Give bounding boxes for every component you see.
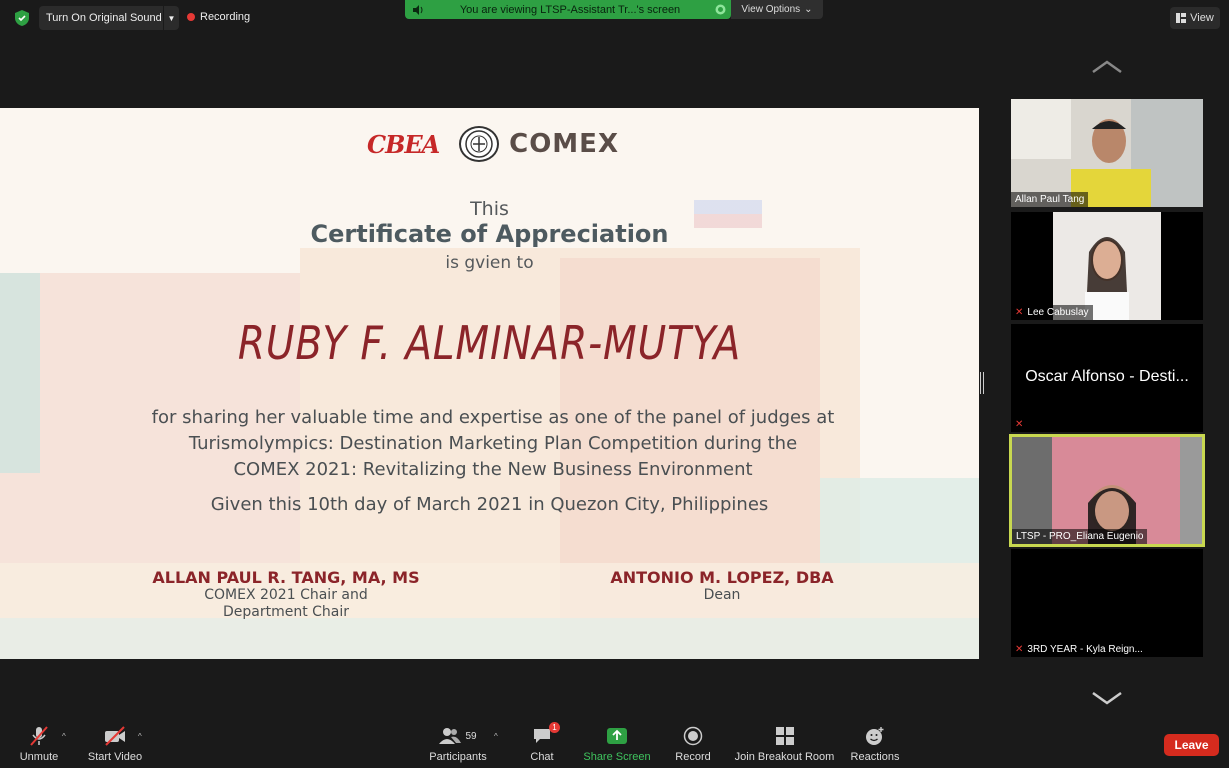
participants-label: Participants	[429, 751, 487, 763]
viewing-message: You are viewing LTSP-Assistant Tr...'s s…	[459, 3, 681, 16]
speaker-icon	[405, 4, 431, 15]
participants-icon: 59	[439, 724, 477, 748]
video-tile-eliana[interactable]: LTSP - PRO_Eliana Eugenio	[1009, 434, 1205, 547]
video-tile-oscar[interactable]: Oscar Alfonso - Desti... ✕	[1011, 324, 1203, 432]
reactions-button[interactable]: Reactions	[848, 722, 902, 768]
view-button[interactable]: View	[1170, 7, 1220, 29]
chat-unread-badge: 1	[549, 722, 560, 733]
certificate-body: for sharing her valuable time and expert…	[60, 405, 926, 483]
video-tile-lee[interactable]: ✕ Lee Cabuslay	[1011, 212, 1203, 320]
recording-label: Recording	[200, 11, 251, 23]
share-screen-label: Share Screen	[583, 751, 651, 763]
chevron-down-icon[interactable]: ▼	[163, 6, 179, 30]
chevron-down-icon: ⌄	[804, 4, 813, 15]
recording-indicator[interactable]: Recording	[187, 11, 250, 23]
certificate-date: Given this 10th day of March 2021 in Que…	[210, 494, 769, 515]
mic-muted-icon: ✕	[1015, 644, 1024, 655]
mic-muted-icon: ✕	[1015, 307, 1024, 318]
share-screen-icon	[606, 724, 628, 748]
signatory-dean: ANTONIO M. LOPEZ, DBA Dean	[560, 568, 884, 604]
status-indicator-icon	[709, 4, 731, 15]
signatory-role: Dean	[703, 587, 741, 603]
chat-label: Chat	[530, 751, 554, 763]
meeting-toolbar: Unmute ^ Start Video ^ 59 Participants ^…	[0, 722, 1229, 768]
background-building	[0, 273, 40, 473]
view-options-button[interactable]: View Options ⌄	[731, 0, 823, 19]
view-options-label: View Options	[741, 4, 801, 15]
record-label: Record	[675, 751, 711, 763]
video-tile-allan[interactable]: Allan Paul Tang	[1011, 99, 1203, 207]
viewing-screen-banner: You are viewing LTSP-Assistant Tr...'s s…	[405, 0, 731, 19]
unmute-button[interactable]: Unmute	[18, 722, 60, 768]
participant-name-label: Allan Paul Tang	[1015, 194, 1085, 205]
participant-video	[1011, 212, 1203, 320]
background-strip	[0, 618, 979, 659]
participant-name: Allan Paul Tang	[1011, 192, 1089, 207]
college-seal-logo	[458, 126, 500, 162]
reactions-smiley-icon	[865, 724, 885, 748]
panel-resize-handle[interactable]	[980, 372, 984, 394]
start-video-button[interactable]: Start Video	[86, 722, 144, 768]
shared-screen[interactable]: CBEA COMEX This Certificate of Appreciat…	[0, 108, 979, 659]
body-line: for sharing her valuable time and expert…	[151, 407, 835, 428]
chevron-up-icon[interactable]: ^	[62, 732, 66, 741]
cbea-logo: CBEA	[367, 129, 440, 159]
participant-name-label: LTSP - PRO_Eliana Eugenio	[1016, 531, 1144, 542]
security-shield-icon[interactable]	[12, 8, 32, 28]
sponsor-logos: CBEA COMEX	[367, 124, 619, 164]
chat-icon: 1	[532, 722, 560, 748]
record-dot-icon	[187, 13, 195, 21]
unmute-label: Unmute	[19, 751, 59, 763]
comex-logo: COMEX	[509, 129, 619, 159]
video-off-icon	[103, 724, 127, 748]
body-line: COMEX 2021: Revitalizing the New Busines…	[233, 459, 753, 480]
record-button[interactable]: Record	[673, 722, 713, 768]
participant-name-large: Oscar Alfonso - Desti...	[1025, 368, 1189, 385]
record-icon	[683, 724, 703, 748]
chat-button[interactable]: 1 Chat	[526, 722, 560, 768]
participants-count: 59	[465, 730, 477, 742]
signatory-chair: ALLAN PAUL R. TANG, MA, MS COMEX 2021 Ch…	[105, 568, 467, 621]
scroll-down-chevron-icon[interactable]	[1090, 689, 1124, 707]
participant-name: LTSP - PRO_Eliana Eugenio	[1012, 529, 1148, 544]
zoom-meeting-window: Turn On Original Sound ▼ Recording You a…	[0, 0, 1229, 768]
start-video-label: Start Video	[87, 751, 143, 763]
signatory-role: Department Chair	[222, 604, 350, 620]
mic-muted-icon: ✕	[1015, 419, 1024, 430]
share-screen-button[interactable]: Share Screen	[582, 722, 652, 768]
certificate-this: This	[470, 198, 509, 220]
participants-button[interactable]: 59 Participants	[428, 722, 488, 768]
participant-name: ✕ Lee Cabuslay	[1011, 305, 1093, 320]
certificate-given-to: is gvien to	[445, 253, 534, 273]
chevron-up-icon[interactable]: ^	[138, 732, 142, 741]
recipient-name: RUBY F. ALMINAR-MUTYA	[237, 316, 742, 370]
view-button-label: View	[1190, 12, 1214, 24]
mic-muted-icon	[28, 724, 50, 748]
breakout-label: Join Breakout Room	[734, 751, 835, 763]
signatory-role: COMEX 2021 Chair and	[204, 587, 368, 603]
join-breakout-room-button[interactable]: Join Breakout Room	[734, 722, 835, 768]
scroll-up-chevron-icon[interactable]	[1090, 58, 1124, 76]
chevron-up-icon[interactable]: ^	[494, 732, 498, 741]
participant-name-label: Lee Cabuslay	[1027, 307, 1089, 318]
participant-name: ✕ 3RD YEAR - Kyla Reign...	[1011, 642, 1147, 657]
signatory-name: ANTONIO M. LOPEZ, DBA	[610, 568, 834, 587]
original-sound-label: Turn On Original Sound	[46, 12, 162, 24]
grid-view-icon	[1176, 13, 1187, 23]
video-tile-kyla[interactable]: ✕ 3RD YEAR - Kyla Reign...	[1011, 549, 1203, 657]
signatory-name: ALLAN PAUL R. TANG, MA, MS	[152, 568, 420, 587]
body-line: Turismolympics: Destination Marketing Pl…	[188, 433, 798, 454]
participant-video	[1011, 99, 1203, 207]
reactions-label: Reactions	[850, 751, 900, 763]
original-sound-button[interactable]: Turn On Original Sound ▼	[39, 6, 179, 30]
leave-button[interactable]: Leave	[1164, 734, 1219, 756]
participant-video	[1012, 437, 1202, 544]
breakout-rooms-icon	[775, 724, 794, 748]
certificate-title: Certificate of Appreciation	[310, 220, 669, 248]
participant-name-label: 3RD YEAR - Kyla Reign...	[1027, 644, 1143, 655]
participant-name: ✕	[1011, 417, 1027, 432]
